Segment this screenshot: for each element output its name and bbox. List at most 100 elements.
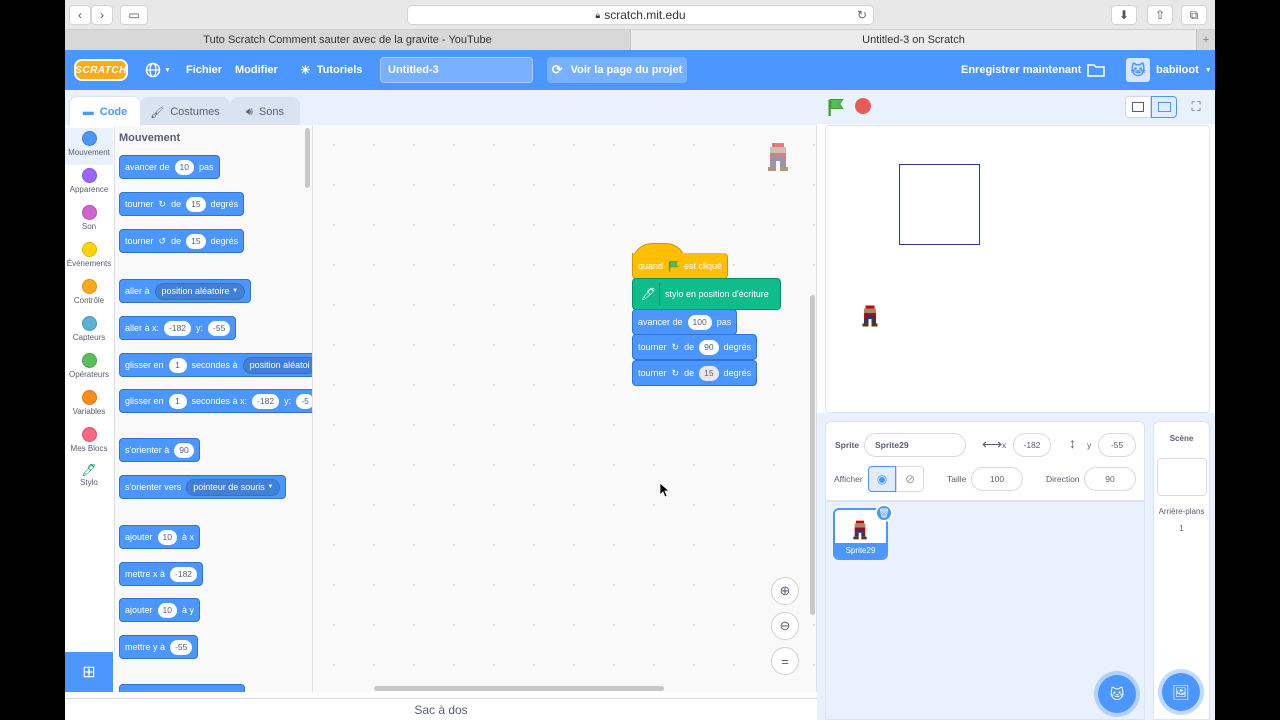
block-goto-xy[interactable]: aller à x: -182 y: -55 — [119, 316, 237, 340]
backpack-bar[interactable]: Sac à dos — [65, 698, 817, 720]
category-sound[interactable]: Son — [65, 202, 113, 239]
block-dropdown[interactable]: position aléatoi — [242, 356, 312, 374]
block-partial[interactable] — [119, 684, 245, 692]
choose-sprite-button[interactable]: 🐱︎ — [1098, 675, 1136, 713]
fullscreen-button[interactable]: ⛶ — [1183, 96, 1209, 118]
show-hidden-button[interactable]: ⊘ — [896, 466, 924, 492]
block-turn-right[interactable]: tourner ↻ de 15 degrés — [119, 192, 245, 216]
block-set-x[interactable]: mettre x à -182 — [119, 562, 204, 586]
address-bar[interactable]: 🔒︎ scratch.mit.edu ↻ — [407, 5, 874, 25]
browser-tab[interactable]: Tuto Scratch Comment sauter avec de la g… — [65, 30, 631, 50]
download-icon[interactable]: ⬇ — [1111, 5, 1137, 25]
block-turn-left[interactable]: tourner ↺ de 15 degrés — [119, 229, 245, 253]
block-change-y[interactable]: ajouter 10 à y — [119, 598, 201, 622]
edit-menu[interactable]: Modifier — [235, 50, 278, 90]
zoom-out-button[interactable]: ⊖ — [771, 612, 799, 640]
small-stage-button[interactable] — [1125, 96, 1151, 118]
category-sensing[interactable]: Capteurs — [65, 313, 113, 350]
green-flag-button[interactable] — [827, 98, 845, 121]
block-when-flag-clicked[interactable]: quand est cliqué — [632, 253, 728, 279]
block-input[interactable]: 100 — [687, 314, 712, 330]
tab-code[interactable]: ▬ Code — [69, 96, 141, 126]
new-tab-icon[interactable]: + — [1197, 30, 1215, 50]
stop-button[interactable] — [855, 98, 871, 114]
script-workspace[interactable]: quand est cliqué 🖊︎ stylo en position d'… — [314, 125, 817, 692]
share-icon[interactable]: ⇧ — [1147, 5, 1173, 25]
palette-scrollbar[interactable] — [305, 128, 310, 188]
block-input[interactable]: 90 — [174, 442, 194, 458]
zoom-in-button[interactable]: ⊕ — [771, 577, 799, 605]
category-operators[interactable]: Opérateurs — [65, 350, 113, 387]
block-input[interactable]: -182 — [170, 566, 198, 582]
category-events[interactable]: Événements — [65, 239, 113, 276]
size-input[interactable]: 100 — [971, 467, 1023, 491]
save-now-button[interactable]: Enregistrer maintenant — [961, 50, 1081, 90]
folder-icon[interactable] — [1087, 50, 1105, 90]
category-label: Apparence — [69, 185, 109, 194]
y-input[interactable]: -55 — [1098, 433, 1136, 457]
browser-tab-active[interactable]: Untitled-3 on Scratch — [631, 30, 1197, 50]
category-looks[interactable]: Apparence — [65, 165, 113, 202]
workspace-hscrollbar[interactable] — [374, 686, 664, 691]
language-menu[interactable]: ▼ — [145, 50, 171, 90]
block-pen-down[interactable]: 🖊︎ stylo en position d'écriture — [632, 278, 781, 310]
category-myblocks[interactable]: Mes Blocs — [65, 424, 113, 461]
block-input[interactable]: -182 — [252, 393, 280, 409]
zoom-reset-button[interactable]: = — [771, 647, 799, 675]
block-move-steps[interactable]: avancer de 100 pas — [632, 309, 738, 335]
block-input[interactable]: 90 — [699, 339, 719, 355]
forward-icon[interactable]: › — [91, 5, 113, 25]
tutorials-menu[interactable]: ☀ Tutoriels — [300, 50, 362, 90]
block-change-x[interactable]: ajouter 10 à x — [119, 525, 201, 549]
block-glide[interactable]: glisser en 1 secondes à position aléatoi — [119, 353, 312, 377]
workspace-vscrollbar[interactable] — [810, 295, 815, 615]
block-dropdown[interactable]: position aléatoire ▼ — [154, 282, 246, 300]
block-turn-right[interactable]: tourner ↻ de 15 degrés — [632, 360, 758, 386]
block-input[interactable]: 10 — [157, 529, 177, 545]
tab-sounds[interactable]: 🔊︎ Sons — [230, 97, 300, 126]
block-turn-right[interactable]: tourner ↻ de 90 degrés — [632, 334, 758, 360]
stage-canvas[interactable] — [825, 125, 1210, 413]
block-goto[interactable]: aller à position aléatoire ▼ — [119, 279, 252, 303]
block-input[interactable]: 15 — [699, 365, 719, 381]
choose-backdrop-button[interactable]: 🖼︎ — [1162, 673, 1200, 711]
block-dropdown[interactable]: pointeur de souris ▼ — [186, 478, 281, 496]
scratch-logo[interactable]: SCRATCH — [74, 59, 128, 81]
block-input[interactable]: -55 — [170, 639, 193, 655]
category-pen[interactable]: 🖊︎ Stylo — [65, 461, 113, 498]
sprite-mario[interactable] — [861, 305, 879, 332]
sprite-name-input[interactable]: Sprite29 — [864, 433, 966, 457]
category-control[interactable]: Contrôle — [65, 276, 113, 313]
block-set-y[interactable]: mettre y à -55 — [119, 635, 199, 659]
block-input[interactable]: 1 — [168, 393, 187, 409]
direction-input[interactable]: 90 — [1084, 467, 1136, 491]
large-stage-button[interactable] — [1151, 96, 1177, 118]
project-title-input[interactable]: Untitled-3 — [380, 57, 533, 83]
block-glide-xy[interactable]: glisser en 1 secondes à x: -182 y: -5 — [119, 389, 312, 413]
tab-costumes[interactable]: 🖌︎ Costumes — [140, 97, 230, 126]
x-input[interactable]: -182 — [1013, 433, 1051, 457]
category-variables[interactable]: Variables — [65, 387, 113, 424]
see-project-button[interactable]: ⟳ Voir la page du projet — [547, 57, 687, 83]
category-motion[interactable]: Mouvement — [65, 128, 113, 165]
show-visible-button[interactable]: ◉ — [868, 466, 896, 492]
delete-sprite-button[interactable]: 🗑︎ — [875, 504, 893, 522]
block-point-direction[interactable]: s'orienter à 90 — [119, 438, 200, 462]
sidebar-icon[interactable]: ▭ — [120, 5, 148, 25]
block-input[interactable]: 15 — [186, 233, 206, 249]
block-input[interactable]: -5 — [296, 393, 312, 409]
block-input[interactable]: 10 — [174, 159, 194, 175]
block-input[interactable]: -182 — [164, 320, 192, 336]
file-menu[interactable]: Fichier — [186, 50, 222, 90]
account-menu[interactable]: 🐱︎ babiloot ▼ — [1126, 50, 1212, 90]
block-input[interactable]: 1 — [168, 357, 187, 373]
back-icon[interactable]: ‹ — [69, 5, 91, 25]
block-input[interactable]: 15 — [186, 196, 206, 212]
tabs-overview-icon[interactable]: ⧉ — [1181, 5, 1207, 25]
block-point-towards[interactable]: s'orienter vers pointeur de souris ▼ — [119, 475, 287, 499]
block-input[interactable]: -55 — [208, 320, 231, 336]
block-move-steps[interactable]: avancer de 10 pas — [119, 155, 220, 179]
add-extension-button[interactable]: ⊞ — [65, 652, 113, 692]
reload-icon[interactable]: ↻ — [857, 8, 867, 22]
block-input[interactable]: 10 — [157, 602, 177, 618]
